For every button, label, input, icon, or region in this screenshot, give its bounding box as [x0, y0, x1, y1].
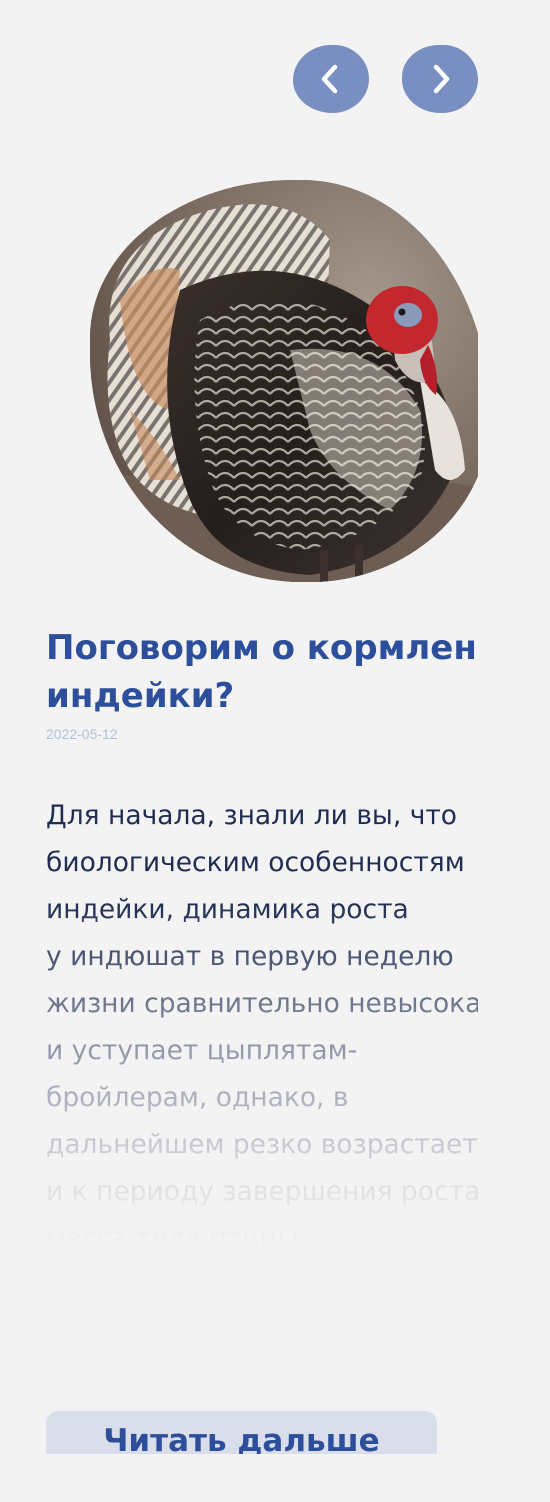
- article-title[interactable]: Поговорим о кормлении индейки?: [46, 624, 478, 720]
- read-more-label: Читать дальше: [103, 1423, 380, 1454]
- excerpt-line: жизни сравнительно невысокая: [46, 988, 478, 1019]
- excerpt-line: масса тела птицы: [46, 1223, 299, 1254]
- excerpt-line: дальнейшем резко возрастает: [46, 1129, 478, 1160]
- excerpt-line: индейки, динамика роста: [46, 894, 409, 925]
- article-title-line: индейки?: [46, 676, 235, 716]
- article-image: [90, 180, 478, 582]
- article-card: Поговорим о кормлении индейки? 2022-05-1…: [0, 0, 478, 1502]
- article-excerpt: Для начала, знали ли вы, что биологическ…: [46, 792, 478, 1262]
- excerpt-line: и к периоду завершения роста: [46, 1176, 478, 1207]
- excerpt-line: бройлерам, однако, в: [46, 1082, 349, 1113]
- turkey-illustration: [90, 180, 478, 582]
- article-title-line: Поговорим о кормлении: [46, 628, 478, 668]
- read-more-button[interactable]: Читать дальше: [46, 1411, 437, 1454]
- excerpt-line: у индюшат в первую неделю: [46, 941, 454, 972]
- excerpt-line: биологическим особенностям: [46, 847, 465, 878]
- excerpt-line: Для начала, знали ли вы, что: [46, 800, 458, 831]
- article-date: 2022-05-12: [46, 726, 118, 742]
- excerpt-line: и уступает цыплятам-: [46, 1035, 358, 1066]
